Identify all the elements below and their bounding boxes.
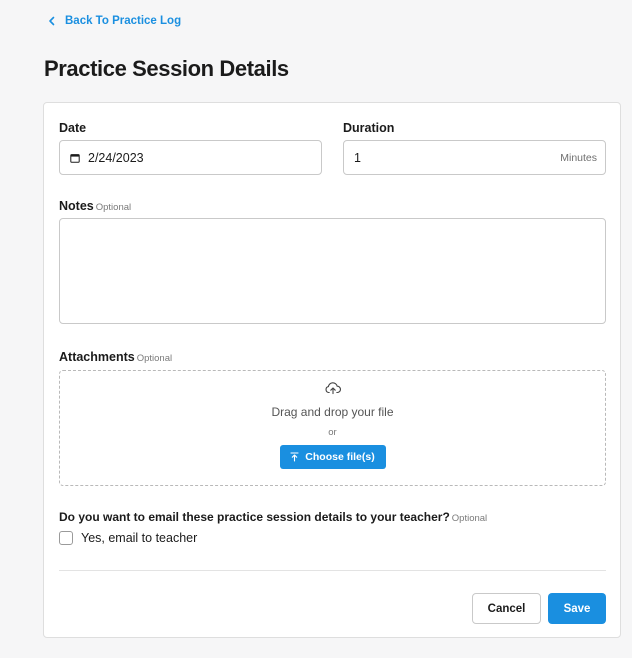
back-to-practice-log-link[interactable]: Back To Practice Log	[47, 15, 181, 27]
calendar-icon	[70, 153, 80, 163]
email-question: Do you want to email these practice sess…	[59, 510, 488, 524]
cloud-upload-icon	[324, 382, 341, 395]
duration-field[interactable]: 1 Minutes	[343, 140, 606, 175]
date-label: Date	[59, 121, 87, 135]
notes-label: Notes Optional	[59, 199, 132, 213]
email-teacher-label: Yes, email to teacher	[81, 531, 198, 545]
or-separator: or	[328, 427, 337, 438]
chevron-left-icon	[49, 16, 55, 26]
date-value: 2/24/2023	[88, 150, 144, 165]
email-teacher-checkbox[interactable]	[59, 531, 73, 545]
duration-label: Duration	[343, 121, 395, 135]
drop-instructions: Drag and drop your file	[271, 405, 394, 419]
session-details-card: Date 2/24/2023 Duration 1 Minutes Notes O…	[43, 102, 621, 638]
duration-unit: Minutes	[560, 151, 597, 164]
upload-icon	[290, 452, 299, 462]
email-teacher-option[interactable]: Yes, email to teacher	[59, 531, 197, 545]
choose-files-label: Choose file(s)	[305, 451, 375, 463]
cancel-button[interactable]: Cancel	[472, 593, 541, 624]
attachments-optional-tag: Optional	[136, 353, 173, 364]
divider	[59, 570, 606, 571]
notes-textarea[interactable]	[59, 218, 606, 324]
page-title: Practice Session Details	[44, 56, 289, 81]
date-field[interactable]: 2/24/2023	[59, 140, 322, 175]
attachments-dropzone[interactable]: Drag and drop your file or Choose file(s…	[59, 370, 606, 486]
choose-files-button[interactable]: Choose file(s)	[279, 445, 386, 469]
notes-optional-tag: Optional	[95, 202, 132, 213]
back-link-label: Back To Practice Log	[65, 15, 182, 27]
save-button[interactable]: Save	[548, 593, 606, 624]
email-optional-tag: Optional	[451, 513, 488, 524]
attachments-label: Attachments Optional	[59, 350, 173, 364]
duration-value: 1	[354, 150, 361, 165]
